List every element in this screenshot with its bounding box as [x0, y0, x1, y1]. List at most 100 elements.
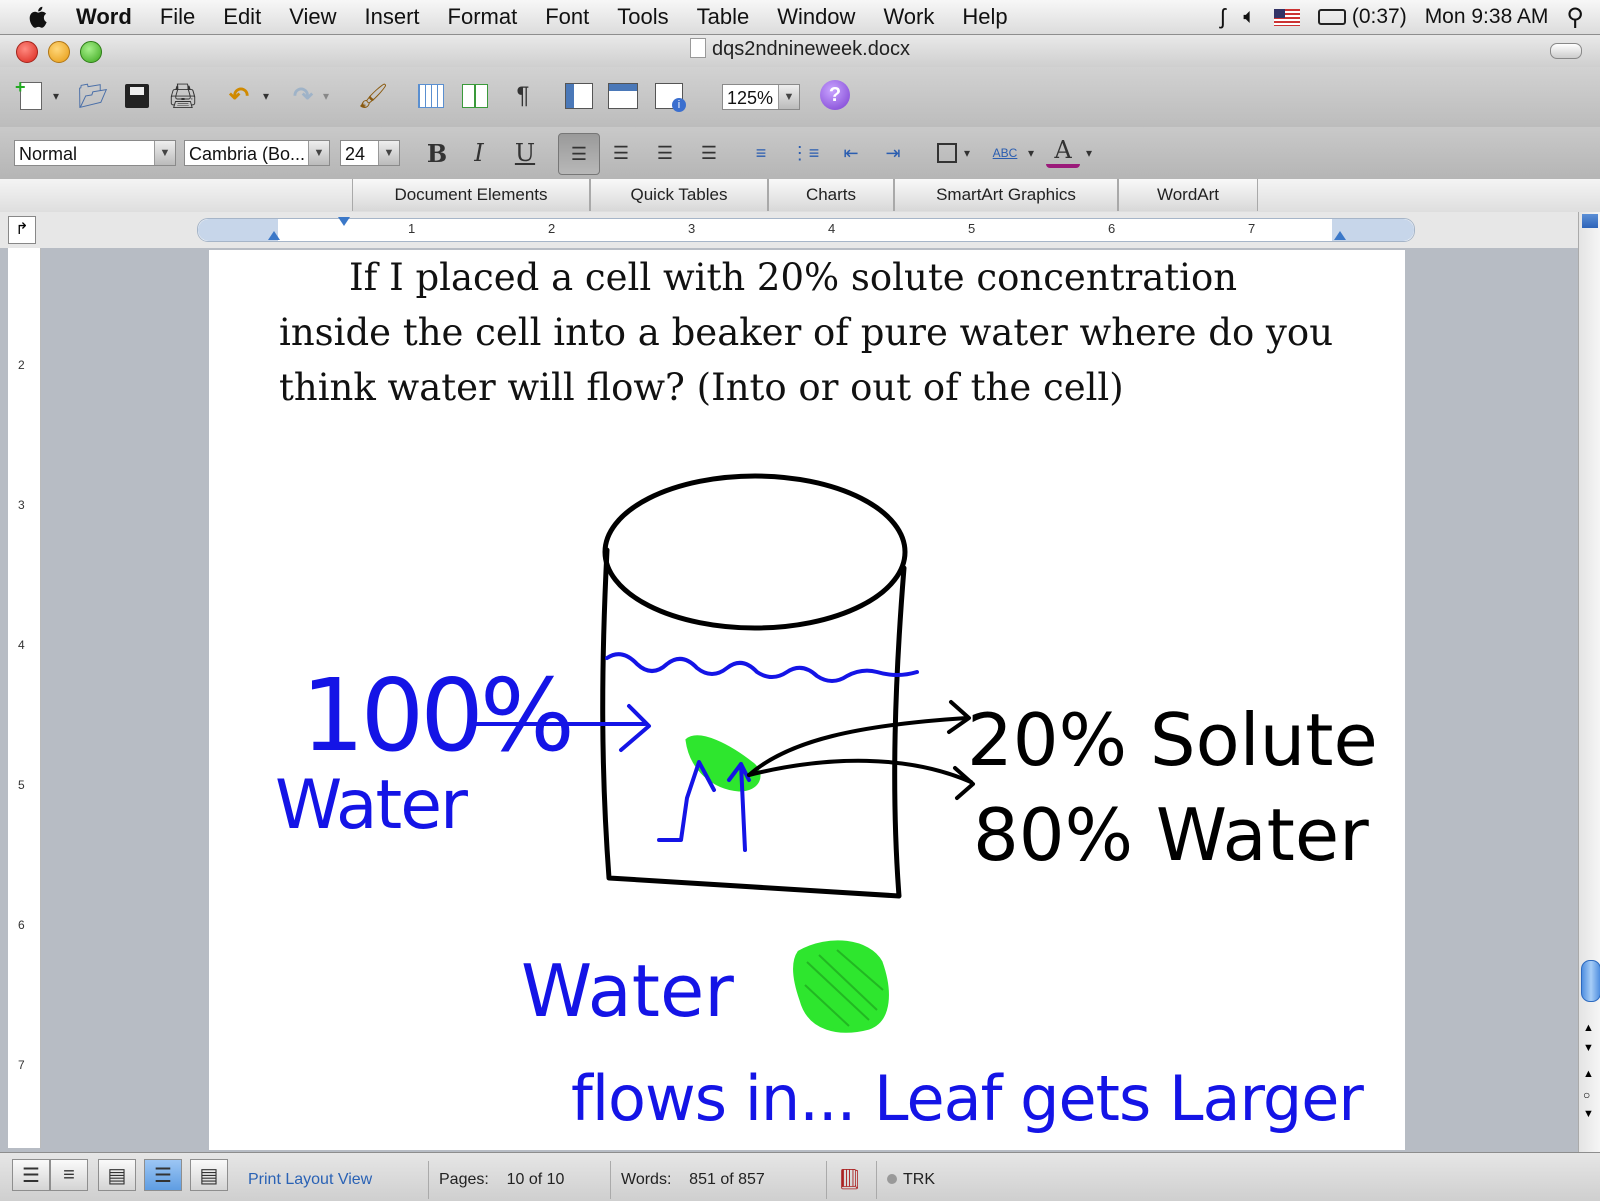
- save-icon[interactable]: [120, 79, 154, 113]
- vruler-number: 4: [18, 638, 25, 652]
- script-menu-icon[interactable]: ʃ: [1220, 4, 1225, 30]
- pages-label: Pages:: [439, 1171, 489, 1188]
- menu-help[interactable]: Help: [948, 4, 1021, 30]
- tab-document-elements[interactable]: Document Elements: [352, 179, 590, 211]
- font-dropdown-arrow-icon[interactable]: ▼: [308, 141, 329, 165]
- status-bar: ☰ ≡ ▤ ☰ ▤ Print Layout View Pages: 10 of…: [0, 1152, 1600, 1201]
- previous-page-icon[interactable]: ▲: [1583, 1068, 1594, 1080]
- track-changes-indicator[interactable]: TRK: [876, 1161, 957, 1199]
- label-20-solute: 20% Solute: [967, 698, 1378, 782]
- undo-icon[interactable]: ↶: [222, 79, 256, 113]
- help-button[interactable]: ?: [820, 80, 850, 110]
- label-arrows: [747, 700, 975, 800]
- horizontal-ruler[interactable]: 1 2 3 4 5 6 7: [197, 217, 1415, 242]
- menu-tools[interactable]: Tools: [603, 4, 682, 30]
- underline-button[interactable]: U: [508, 136, 542, 170]
- tab-charts[interactable]: Charts: [768, 179, 894, 211]
- menu-window[interactable]: Window: [763, 4, 869, 30]
- scroll-down-icon[interactable]: ▼: [1583, 1042, 1594, 1054]
- publishing-layout-view-button[interactable]: ▤: [98, 1159, 136, 1191]
- menu-table[interactable]: Table: [683, 4, 764, 30]
- menu-app-word[interactable]: Word: [62, 4, 146, 30]
- borders-dropdown-icon[interactable]: ▾: [960, 136, 974, 170]
- font-color-icon[interactable]: A: [1046, 136, 1080, 168]
- highlight-icon[interactable]: ABC: [988, 136, 1022, 170]
- font-color-dropdown-icon[interactable]: ▾: [1082, 136, 1096, 170]
- toolbar-toggle-button[interactable]: [1550, 43, 1582, 59]
- dropdown-arrow-icon[interactable]: ▾: [48, 79, 64, 113]
- menu-edit[interactable]: Edit: [209, 4, 275, 30]
- zoom-select[interactable]: 125% ▼: [722, 84, 800, 110]
- bulleted-list-icon[interactable]: ⋮≡: [788, 136, 822, 170]
- numbered-list-icon[interactable]: ≡: [744, 136, 778, 170]
- italic-button[interactable]: I: [462, 136, 496, 170]
- split-view-icon[interactable]: [1582, 214, 1598, 228]
- scrollbar-thumb[interactable]: [1581, 960, 1600, 1002]
- vruler-number: 7: [18, 1058, 25, 1072]
- align-right-button[interactable]: ☰: [648, 136, 682, 170]
- print-layout-view-button[interactable]: ☰: [144, 1159, 182, 1191]
- menu-format[interactable]: Format: [434, 4, 532, 30]
- track-changes-dot-icon: [887, 1174, 897, 1184]
- highlight-dropdown-icon[interactable]: ▾: [1024, 136, 1038, 170]
- increase-indent-icon[interactable]: ⇥: [876, 136, 910, 170]
- spelling-status-icon[interactable]: 📕︎: [826, 1161, 877, 1199]
- outline-view-button[interactable]: ≡: [50, 1159, 88, 1191]
- menu-insert[interactable]: Insert: [350, 4, 433, 30]
- undo-dropdown-icon[interactable]: ▾: [258, 79, 274, 113]
- word-count[interactable]: Words: 851 of 857: [610, 1161, 817, 1199]
- vertical-scrollbar[interactable]: ▲ ▼ ▲ ○ ▼: [1578, 212, 1600, 1152]
- open-folder-icon[interactable]: 📂︎: [76, 79, 110, 113]
- tab-smartart-graphics[interactable]: SmartArt Graphics: [894, 179, 1118, 211]
- align-left-button[interactable]: ☰: [558, 133, 600, 175]
- bold-button[interactable]: B: [420, 136, 454, 170]
- apple-icon[interactable]: [26, 4, 52, 30]
- spotlight-search-icon[interactable]: ⚲: [1566, 3, 1584, 32]
- font-size-dropdown-arrow-icon[interactable]: ▼: [378, 141, 399, 165]
- volume-icon[interactable]: 🔈︎: [1243, 5, 1256, 29]
- us-flag-icon[interactable]: [1273, 8, 1300, 26]
- insert-table-icon[interactable]: [414, 79, 448, 113]
- right-indent-marker-icon[interactable]: [1334, 231, 1346, 240]
- redo-icon[interactable]: ↷: [286, 79, 320, 113]
- battery-icon[interactable]: [1317, 9, 1346, 25]
- tab-quick-tables[interactable]: Quick Tables: [590, 179, 768, 211]
- align-center-button[interactable]: ☰: [604, 136, 638, 170]
- font-select[interactable]: Cambria (Bo... ▼: [184, 140, 330, 166]
- menu-file[interactable]: File: [146, 4, 209, 30]
- redo-dropdown-icon[interactable]: ▾: [318, 79, 334, 113]
- justify-button[interactable]: ☰: [692, 136, 726, 170]
- draft-view-button[interactable]: ☰: [12, 1159, 50, 1191]
- notebook-view-button[interactable]: ▤: [190, 1159, 228, 1191]
- ruler-number: 2: [548, 221, 556, 236]
- scroll-up-icon[interactable]: ▲: [1583, 1022, 1594, 1034]
- sidebar-icon[interactable]: [562, 79, 596, 113]
- vertical-ruler[interactable]: 2 3 4 5 6 7: [8, 248, 41, 1148]
- tab-wordart[interactable]: WordArt: [1118, 179, 1258, 211]
- columns-icon[interactable]: [458, 79, 492, 113]
- battery-time: (0:37): [1351, 5, 1407, 28]
- document-page[interactable]: If I placed a cell with 20% solute conce…: [209, 250, 1405, 1150]
- first-line-indent-marker-icon[interactable]: [338, 217, 350, 226]
- menu-work[interactable]: Work: [869, 4, 948, 30]
- tab-stop-selector-icon[interactable]: ↱: [8, 216, 36, 244]
- print-icon[interactable]: 🖨︎: [166, 79, 200, 113]
- new-document-icon[interactable]: +: [14, 77, 48, 113]
- next-page-icon[interactable]: ▼: [1583, 1108, 1594, 1120]
- borders-icon[interactable]: [930, 136, 964, 170]
- left-indent-marker-icon[interactable]: [268, 231, 280, 240]
- style-dropdown-arrow-icon[interactable]: ▼: [154, 141, 175, 165]
- media-browser-icon[interactable]: i: [652, 79, 686, 113]
- menu-bar: Word File Edit View Insert Format Font T…: [0, 0, 1600, 35]
- style-select[interactable]: Normal ▼: [14, 140, 176, 166]
- decrease-indent-icon[interactable]: ⇤: [834, 136, 868, 170]
- zoom-dropdown-arrow-icon[interactable]: ▼: [778, 85, 799, 109]
- menu-font[interactable]: Font: [531, 4, 603, 30]
- font-size-select[interactable]: 24 ▼: [340, 140, 400, 166]
- menubar-clock[interactable]: Mon 9:38 AM: [1425, 5, 1549, 29]
- format-painter-icon[interactable]: 🖌︎: [356, 79, 390, 113]
- show-paragraph-marks-icon[interactable]: ¶: [506, 79, 540, 113]
- browse-object-icon[interactable]: ○: [1583, 1088, 1590, 1102]
- toolbox-icon[interactable]: [606, 79, 640, 113]
- menu-view[interactable]: View: [275, 4, 350, 30]
